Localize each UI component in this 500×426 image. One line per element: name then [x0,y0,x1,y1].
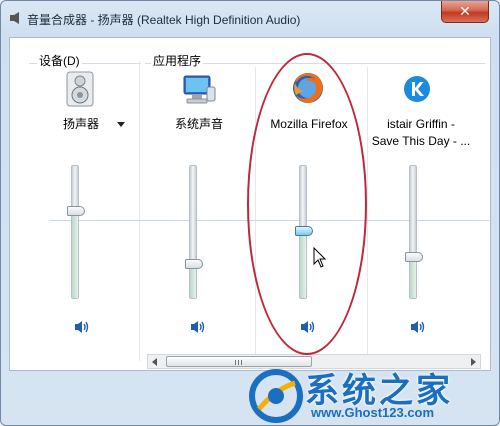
mute-speaker-icon[interactable] [190,320,206,334]
watermark-url: www.Ghost123.com [311,405,435,420]
volume-slider-fill [72,212,78,298]
column-divider [139,61,140,361]
speaker-device-icon [66,71,94,107]
volume-mixer-window: 音量合成器 - 扬声器 (Realtek High Definition Aud… [0,0,500,426]
annotation-ellipse [247,53,367,355]
channel-name-song-line1: istair Griffin - [387,117,455,131]
scroll-right-icon[interactable] [471,358,476,366]
close-button[interactable]: ✕ [441,1,489,23]
apps-group-label: 应用程序 [151,52,204,69]
column-divider [367,67,368,357]
watermark: 系统之家 www.Ghost123.com [247,367,497,425]
volume-slider-thumb-song[interactable] [405,252,423,263]
scroll-left-icon[interactable] [152,358,157,366]
scrollbar-thumb[interactable] [166,356,312,367]
ghost-logo-icon [249,369,303,423]
mute-speaker-icon[interactable] [74,320,90,334]
speaker-icon [10,12,19,24]
mouse-cursor-icon [313,247,327,268]
chevron-down-icon[interactable] [117,122,125,127]
devices-group-label: 设备(D) [37,52,82,69]
system-sounds-icon [183,75,216,104]
close-icon: ✕ [459,3,471,20]
volume-slider-thumb-speakers[interactable] [67,206,85,217]
grip-line [241,360,242,365]
volume-slider-fill [190,265,196,298]
volume-slider-track[interactable] [189,165,197,299]
channel-name-song-line2: Save This Day - ... [371,134,471,148]
volume-slider-thumb-system-sounds[interactable] [185,259,203,269]
volume-slider-track[interactable] [71,165,79,299]
window-title: 音量合成器 - 扬声器 (Realtek High Definition Aud… [27,13,301,27]
kugou-icon [404,76,430,102]
mute-speaker-icon[interactable] [410,320,426,334]
grip-line [235,360,236,365]
volume-slider-fill [410,258,416,298]
title-bar[interactable]: 音量合成器 - 扬声器 (Realtek High Definition Aud… [1,1,499,37]
channel-name-system-sounds: 系统声音 [174,117,223,131]
grip-line [238,360,239,365]
volume-slider-track[interactable] [409,165,417,299]
